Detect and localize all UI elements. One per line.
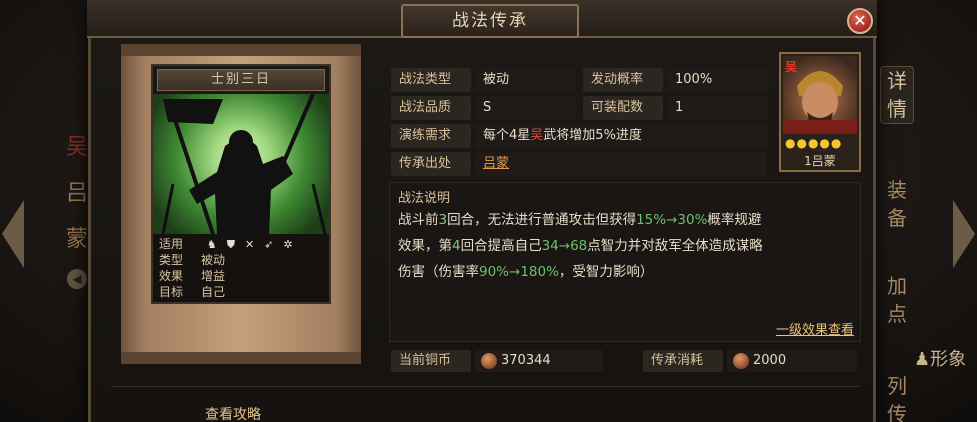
description-text: 战斗前3回合，无法进行普通攻击但获得15%→30%概率规避 效果，第4回合提高自…: [398, 207, 858, 285]
stat-target-label: 目标: [159, 285, 184, 299]
stat-type-value: 被动: [201, 253, 226, 267]
inherit-cost-value: 2000: [727, 350, 857, 372]
view-guide-link[interactable]: 查看攻略: [205, 404, 261, 422]
crossed-spears-icon: ✕: [244, 238, 255, 251]
tactic-scroll: 士别三日 适用 ♞ ⛊ ✕ ➶ ✲ 类型 被动 效果 增益 目标 自己: [121, 44, 361, 364]
desc-l1-c: 概率规避: [707, 212, 762, 228]
warrior-silhouette-icon: [161, 94, 327, 234]
cavalry-icon: ♞: [206, 238, 217, 251]
close-icon[interactable]: ✕: [847, 8, 873, 34]
speaker-icon[interactable]: ◀: [67, 269, 87, 289]
prev-arrow-icon[interactable]: [2, 200, 24, 268]
desc-l3-b: ，受智力影响）: [558, 264, 654, 280]
inherit-cost-label: 传承消耗: [643, 350, 723, 372]
desc-l3-a: 伤害（伤害率: [398, 264, 479, 280]
appearance-tab[interactable]: ♟形象: [914, 345, 966, 371]
equip-count-value: 1: [667, 96, 767, 120]
dialog-title: 战法传承: [401, 4, 579, 38]
tab-points-char1: 加: [887, 274, 907, 298]
stat-effect: 效果 增益: [159, 268, 225, 284]
stat-target: 目标 自己: [159, 284, 225, 300]
tab-equipment[interactable]: 装 备: [880, 176, 914, 232]
drill-req-part1: 每个4星: [483, 128, 531, 143]
next-arrow-icon[interactable]: [953, 200, 975, 268]
stat-effect-value: 增益: [201, 269, 226, 283]
divider: [111, 386, 859, 387]
drill-requirement-value: 每个4星吴武将增加5%进度: [475, 124, 767, 148]
copper-coin-icon: [733, 353, 749, 369]
scroll-rod-bottom: [121, 352, 361, 364]
current-copper-value: 370344: [475, 350, 603, 372]
source-general-link[interactable]: 吕蒙: [483, 156, 509, 171]
tab-details[interactable]: 详 情: [880, 66, 914, 124]
scroll-rod-top: [121, 44, 361, 56]
trigger-rate-label: 发动概率: [583, 68, 663, 92]
stat-target-value: 自己: [201, 285, 226, 299]
stat-type-label: 类型: [159, 253, 184, 267]
tactic-inherit-dialog: 战法传承 ✕ 士别三日 适用 ♞ ⛊ ✕ ➶ ✲ 类型 被动 效果 增益 目标 …: [87, 0, 877, 422]
inherit-source-label: 传承出处: [391, 152, 471, 176]
desc-l1-b: 回合，无法进行普通攻击但获得: [447, 212, 637, 228]
tactic-description-box: 战法说明 战斗前3回合，无法进行普通攻击但获得15%→30%概率规避 效果，第4…: [389, 182, 861, 342]
vehicle-icon: ✲: [283, 238, 293, 251]
desc-l3-range: 90%→180%: [479, 264, 559, 280]
drill-requirement-label: 演练需求: [391, 124, 471, 148]
archer-icon: ➶: [264, 238, 274, 251]
description-line-1: 战斗前3回合，无法进行普通攻击但获得15%→30%概率规避: [398, 207, 858, 233]
general-name: 1吕蒙: [804, 154, 836, 168]
equip-count-label: 可装配数: [583, 96, 663, 120]
desc-l2-a: 效果，第: [398, 238, 452, 254]
trigger-rate-value: 100%: [667, 68, 767, 92]
tactic-card-stats: 适用 ♞ ⛊ ✕ ➶ ✲ 类型 被动 效果 增益 目标 自己: [153, 234, 329, 302]
copper-coin-icon: [481, 353, 497, 369]
tab-points[interactable]: 加 点: [880, 272, 914, 328]
tab-biography[interactable]: 列 传: [880, 372, 914, 422]
tactic-type-value: 被动: [475, 68, 575, 92]
level1-effect-link[interactable]: 一级效果查看: [776, 319, 854, 338]
desc-l1-num: 3: [438, 212, 448, 228]
appearance-tab-label: 形象: [930, 349, 967, 370]
stat-effect-label: 效果: [159, 269, 184, 283]
desc-l2-range: 34→68: [541, 238, 588, 254]
tactic-quality-label: 战法品质: [391, 96, 471, 120]
general-portrait-card[interactable]: 吴 ●●●●● 1吕蒙: [779, 52, 861, 172]
inherit-cost-amount: 2000: [753, 353, 787, 368]
tab-equipment-char2: 备: [887, 206, 907, 230]
inherit-source-value: 吕蒙: [475, 152, 767, 176]
general-avatar: 吴: [783, 56, 857, 134]
drill-req-part2: 武将增加5%进度: [543, 128, 642, 143]
desc-l2-c: 点智力并对敌军全体造成谋略: [587, 238, 763, 254]
tab-biography-char2: 传: [887, 402, 907, 422]
desc-l2-num: 4: [452, 238, 461, 254]
tab-details-char2: 情: [887, 97, 907, 121]
tactic-name: 士别三日: [157, 69, 325, 91]
desc-l2-b: 回合提高自己: [460, 238, 542, 254]
tab-equipment-char1: 装: [887, 178, 907, 202]
faction-badge: 吴: [785, 60, 798, 74]
tactic-art-image: [153, 94, 329, 234]
tab-details-char1: 详: [887, 69, 907, 93]
tactic-type-label: 战法类型: [391, 68, 471, 92]
stat-use: 适用 ♞ ⛊ ✕ ➶ ✲: [159, 236, 293, 252]
general-stars: ●●●●●: [785, 136, 843, 150]
current-copper-label: 当前铜币: [391, 350, 471, 372]
stat-use-label: 适用: [159, 237, 184, 251]
stat-type: 类型 被动: [159, 252, 225, 268]
description-line-3: 伤害（伤害率90%→180%，受智力影响）: [398, 259, 858, 285]
desc-l1-range: 15%→30%: [636, 212, 708, 228]
tab-points-char2: 点: [887, 302, 907, 326]
desc-l1-a: 战斗前: [398, 212, 439, 228]
description-title: 战法说明: [398, 191, 451, 206]
tactic-quality-value: S: [475, 96, 575, 120]
description-line-2: 效果，第4回合提高自己34→68点智力并对敌军全体造成谋略: [398, 233, 858, 259]
shield-icon: ⛊: [226, 238, 235, 251]
tactic-card[interactable]: 士别三日 适用 ♞ ⛊ ✕ ➶ ✲ 类型 被动 效果 增益 目标 自己: [151, 64, 331, 304]
drill-req-faction: 吴: [530, 128, 544, 143]
tab-biography-char1: 列: [887, 374, 907, 398]
current-copper-amount: 370344: [501, 353, 551, 368]
